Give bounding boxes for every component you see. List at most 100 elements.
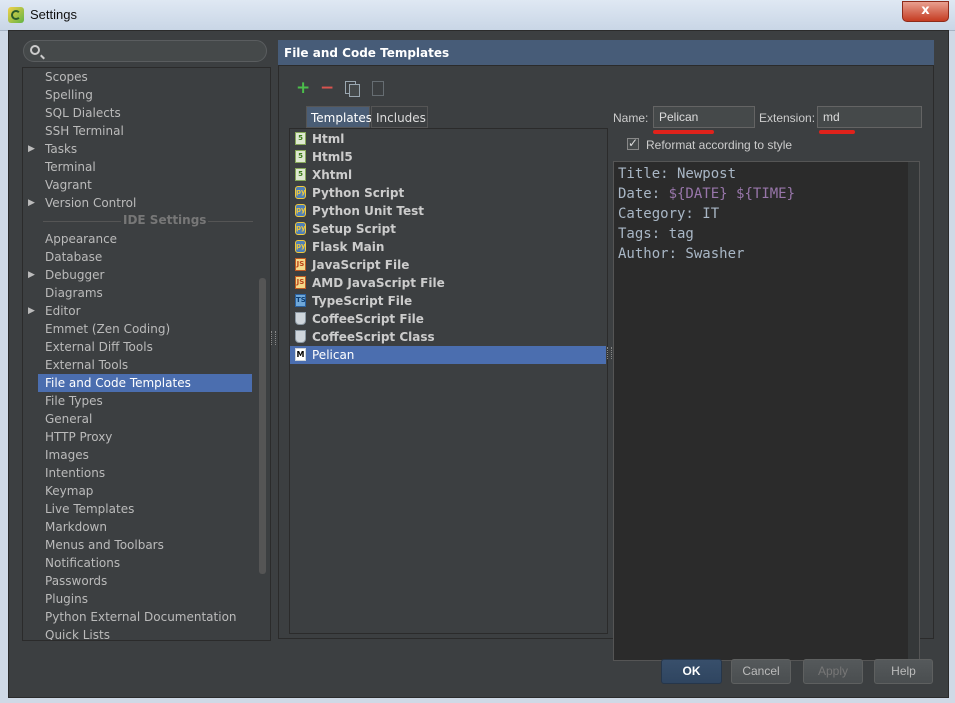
coffee-file-icon bbox=[295, 330, 306, 343]
py-file-icon: py bbox=[295, 186, 306, 199]
tree-scrollbar[interactable] bbox=[259, 278, 266, 574]
tab-templates[interactable]: Templates bbox=[306, 106, 372, 128]
list-splitter[interactable] bbox=[607, 347, 612, 359]
template-item[interactable]: M Pelican bbox=[290, 346, 606, 364]
template-item-label: CoffeeScript Class bbox=[312, 330, 435, 344]
editor-scrollbar[interactable] bbox=[908, 162, 919, 660]
html-file-icon: 5 bbox=[295, 132, 306, 145]
sidebar-item-label: Debugger bbox=[45, 268, 105, 282]
settings-tree[interactable]: Scopes Spelling SQL Dialects SSH Terminal ▶ T… bbox=[22, 67, 271, 641]
template-code-editor[interactable]: Title: Newpost Date: ${DATE} ${TIME} Categ… bbox=[613, 161, 920, 661]
reset-template-icon[interactable] bbox=[371, 81, 385, 96]
js-file-icon: JS bbox=[295, 276, 306, 289]
template-item-label: Setup Script bbox=[312, 222, 396, 236]
template-item[interactable]: py Setup Script bbox=[290, 220, 606, 238]
cancel-button[interactable]: Cancel bbox=[731, 659, 791, 684]
sidebar-item-label: Database bbox=[45, 250, 103, 264]
code-line: Title: Newpost bbox=[618, 164, 736, 184]
help-button[interactable]: Help bbox=[874, 659, 933, 684]
template-item-label: Xhtml bbox=[312, 168, 353, 182]
apply-button[interactable]: Apply bbox=[803, 659, 863, 684]
py-file-icon: py bbox=[295, 240, 306, 253]
expand-arrow-icon[interactable]: ▶ bbox=[28, 266, 35, 284]
sidebar-item-label: Intentions bbox=[45, 466, 106, 480]
expand-arrow-icon[interactable]: ▶ bbox=[28, 302, 35, 320]
template-item[interactable]: py Flask Main bbox=[290, 238, 606, 256]
tab-includes[interactable]: Includes bbox=[371, 106, 428, 128]
template-item-label: Python Unit Test bbox=[312, 204, 425, 218]
extension-field[interactable]: md bbox=[817, 106, 922, 128]
remove-template-icon[interactable]: − bbox=[320, 80, 334, 97]
template-variable: ${TIME} bbox=[736, 186, 796, 202]
name-highlight-underline bbox=[653, 130, 714, 134]
expand-arrow-icon[interactable]: ▶ bbox=[28, 194, 35, 212]
template-item[interactable]: 5 Html5 bbox=[290, 148, 606, 166]
ts-file-icon: TS bbox=[295, 294, 306, 307]
copy-template-icon[interactable] bbox=[345, 81, 360, 97]
html-file-icon: 5 bbox=[295, 168, 306, 181]
expand-arrow-icon[interactable]: ▶ bbox=[28, 140, 35, 158]
template-item[interactable]: 5 Html bbox=[290, 130, 606, 148]
coffee-file-icon bbox=[295, 312, 306, 325]
html-file-icon: 5 bbox=[295, 150, 306, 163]
sidebar-item-file-and-code-templates[interactable]: File and Code Templates bbox=[38, 374, 252, 392]
sidebar-item-label: Terminal bbox=[45, 160, 96, 174]
template-item-label: AMD JavaScript File bbox=[312, 276, 445, 290]
template-item[interactable]: CoffeeScript Class bbox=[290, 328, 606, 346]
sidebar-item-label: File Types bbox=[45, 394, 103, 408]
sidebar-item-label: General bbox=[45, 412, 93, 426]
panel-splitter[interactable] bbox=[271, 331, 276, 345]
template-item[interactable]: TS TypeScript File bbox=[290, 292, 606, 310]
template-item[interactable]: 5 Xhtml bbox=[290, 166, 606, 184]
sidebar-item-label: Live Templates bbox=[45, 502, 135, 516]
ok-button[interactable]: OK bbox=[661, 659, 722, 684]
window-title: Settings bbox=[30, 7, 77, 22]
ide-settings-group-header: IDE Settings bbox=[43, 212, 253, 230]
template-item-label: TypeScript File bbox=[312, 294, 413, 308]
code-line: Tags: tag bbox=[618, 224, 694, 244]
template-list[interactable]: 5 Html 5 Html5 5 Xhtml py Python Script py Python… bbox=[289, 128, 608, 634]
add-template-icon[interactable]: + bbox=[296, 80, 310, 97]
code-text: Title: Newpost bbox=[618, 166, 737, 182]
name-label: Name: bbox=[613, 111, 649, 125]
sidebar-item-label: Spelling bbox=[45, 88, 93, 102]
title-bar: Settings x bbox=[0, 0, 955, 31]
sidebar-item-label: Quick Lists bbox=[45, 628, 110, 641]
sidebar-item-label: Version Control bbox=[45, 196, 137, 210]
sidebar-item-label: Plugins bbox=[45, 592, 88, 606]
template-item-label: Pelican bbox=[312, 348, 355, 362]
search-icon bbox=[30, 45, 40, 55]
code-line: Author: Swasher bbox=[618, 244, 744, 264]
search-input[interactable] bbox=[23, 40, 267, 62]
template-item[interactable]: JS JavaScript File bbox=[290, 256, 606, 274]
pycharm-app-icon bbox=[8, 7, 24, 23]
template-item-label: CoffeeScript File bbox=[312, 312, 424, 326]
code-text: Date: bbox=[618, 186, 669, 202]
template-item[interactable]: py Python Script bbox=[290, 184, 606, 202]
group-label: IDE Settings bbox=[121, 213, 209, 227]
md-file-icon: M bbox=[295, 348, 306, 361]
sidebar-item-label: Keymap bbox=[45, 484, 94, 498]
close-button[interactable]: x bbox=[902, 1, 949, 22]
py-file-icon: py bbox=[295, 222, 306, 235]
reformat-checkbox[interactable] bbox=[627, 136, 639, 150]
sidebar-item-label: Appearance bbox=[45, 232, 118, 246]
template-item-label: JavaScript File bbox=[312, 258, 410, 272]
sidebar-item-label: Python External Documentation bbox=[45, 610, 237, 624]
sidebar-item-label: SQL Dialects bbox=[45, 106, 121, 120]
sidebar-item-label: Emmet (Zen Coding) bbox=[45, 322, 171, 336]
template-variable: ${DATE} bbox=[668, 186, 728, 202]
template-item[interactable]: JS AMD JavaScript File bbox=[290, 274, 606, 292]
sidebar-item-label: Menus and Toolbars bbox=[45, 538, 164, 552]
template-item[interactable]: CoffeeScript File bbox=[290, 310, 606, 328]
sidebar-item-label: Editor bbox=[45, 304, 81, 318]
sidebar-item-label: Passwords bbox=[45, 574, 108, 588]
sidebar-item-label: Vagrant bbox=[45, 178, 92, 192]
sidebar-item-label: Diagrams bbox=[45, 286, 103, 300]
sidebar-item-label: Markdown bbox=[45, 520, 107, 534]
sidebar-item-label: External Tools bbox=[45, 358, 129, 372]
settings-dialog: Scopes Spelling SQL Dialects SSH Terminal ▶ T… bbox=[8, 30, 949, 698]
name-field[interactable]: Pelican bbox=[653, 106, 755, 128]
template-item[interactable]: py Python Unit Test bbox=[290, 202, 606, 220]
